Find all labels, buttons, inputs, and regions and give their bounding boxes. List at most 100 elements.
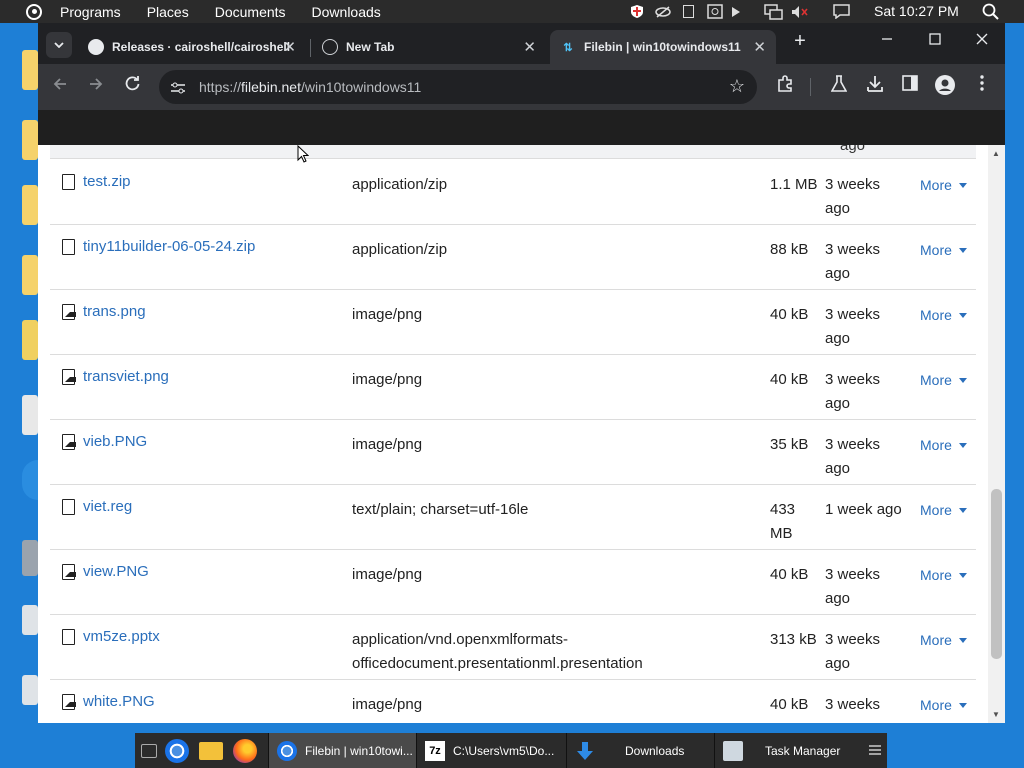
file-type: image/png <box>352 696 423 713</box>
search-icon[interactable] <box>981 0 999 23</box>
kebab-menu-icon[interactable] <box>972 75 992 97</box>
profile-avatar-icon[interactable] <box>935 75 955 97</box>
play-icon[interactable] <box>731 0 741 23</box>
table-row: vieb.PNG image/png 35 kB 3 weeks ago More <box>50 420 976 485</box>
file-date: 3 weeks ago <box>825 176 881 217</box>
url-scheme: https:// <box>199 79 242 95</box>
site-settings-icon[interactable] <box>171 81 185 94</box>
back-arrow-icon[interactable] <box>48 76 72 96</box>
taskbar-menu-icon[interactable] <box>868 743 882 757</box>
close-icon[interactable]: ✕ <box>753 38 766 56</box>
menu-documents[interactable]: Documents <box>215 4 286 20</box>
page-icon[interactable] <box>682 0 694 23</box>
task-downloads[interactable]: Downloads <box>566 733 714 768</box>
menu-programs[interactable]: Programs <box>60 4 121 20</box>
start-menu-icon[interactable] <box>26 3 42 20</box>
update-icon[interactable] <box>706 0 724 23</box>
extensions-puzzle-icon[interactable] <box>775 75 795 97</box>
network-icon[interactable] <box>763 0 783 23</box>
app-icon[interactable] <box>22 675 38 705</box>
browser-toolbar: https://filebin.net/win10towindows11 ☆ <box>38 64 1005 110</box>
minimize-icon[interactable] <box>876 32 898 50</box>
image-file-icon <box>62 564 76 580</box>
scroll-down-arrow-icon[interactable]: ▼ <box>992 710 1000 719</box>
settings-gear-icon[interactable] <box>22 540 38 576</box>
firefox-icon[interactable] <box>233 739 257 763</box>
labs-flask-icon[interactable] <box>829 75 849 97</box>
file-icon <box>62 239 75 255</box>
file-size: 1.1 MB <box>770 176 818 193</box>
url-text[interactable]: https://filebin.net/win10towindows11 <box>199 79 421 95</box>
shield-icon[interactable] <box>630 0 644 23</box>
chrome-icon <box>277 740 297 761</box>
new-tab-plus-icon[interactable]: + <box>789 30 811 53</box>
volume-muted-icon[interactable] <box>790 0 808 23</box>
folder-icon[interactable] <box>22 185 38 225</box>
task-7zip[interactable]: 7z C:\Users\vm5\Do... <box>416 733 566 768</box>
image-file-icon <box>62 304 76 320</box>
file-type: image/png <box>352 306 423 323</box>
file-name-link[interactable]: viet.reg <box>83 498 132 515</box>
download-icon[interactable] <box>865 75 885 97</box>
file-name-link[interactable]: tiny11builder-06-05-24.zip <box>83 238 255 255</box>
more-dropdown-button[interactable]: More <box>920 433 967 457</box>
folder-icon[interactable] <box>22 50 38 90</box>
file-name-link[interactable]: vm5ze.pptx <box>83 628 160 645</box>
more-dropdown-button[interactable]: More <box>920 173 967 197</box>
task-filebin[interactable]: Filebin | win10towi... <box>268 733 416 768</box>
more-dropdown-button[interactable]: More <box>920 628 967 652</box>
folder-icon[interactable] <box>22 320 38 360</box>
tab-filebin[interactable]: ⇅ Filebin | win10towindows11 ✕ <box>550 30 776 64</box>
file-name-link[interactable]: test.zip <box>83 173 131 190</box>
close-window-icon[interactable] <box>971 32 993 50</box>
more-dropdown-button[interactable]: More <box>920 368 967 392</box>
folder-icon[interactable] <box>22 255 38 295</box>
file-name-link[interactable]: transviet.png <box>83 368 169 385</box>
close-icon[interactable]: ✕ <box>523 38 536 56</box>
chrome-icon[interactable] <box>165 739 189 763</box>
image-file-icon <box>62 369 76 385</box>
scrollbar-thumb[interactable] <box>991 489 1002 659</box>
scroll-up-arrow-icon[interactable]: ▲ <box>992 149 1000 158</box>
tab-new-tab[interactable]: New Tab ✕ <box>314 30 546 64</box>
task-task-manager[interactable]: Task Manager <box>714 733 862 768</box>
more-dropdown-button[interactable]: More <box>920 693 967 717</box>
show-desktop-icon[interactable] <box>141 744 157 758</box>
file-name-link[interactable]: vieb.PNG <box>83 433 147 450</box>
file-icon <box>62 174 75 190</box>
bookmark-star-icon[interactable]: ☆ <box>729 76 745 97</box>
page-header-band <box>38 110 1005 145</box>
file-manager-folder-icon[interactable] <box>199 742 223 760</box>
folder-icon[interactable] <box>22 120 38 160</box>
app-icon[interactable] <box>22 605 38 635</box>
side-panel-icon[interactable] <box>900 75 920 97</box>
more-dropdown-button[interactable]: More <box>920 303 967 327</box>
table-row: viet.reg text/plain; charset=utf-16le 433 … <box>50 485 976 550</box>
file-date: 3 weeks ago <box>825 631 881 672</box>
notification-icon[interactable] <box>832 0 850 23</box>
forward-arrow-icon[interactable] <box>84 76 108 96</box>
address-bar[interactable]: https://filebin.net/win10towindows11 ☆ <box>159 70 757 104</box>
taskbar: Filebin | win10towi... 7z C:\Users\vm5\D… <box>135 733 887 768</box>
tab-releases[interactable]: Releases · cairoshell/cairoshell ✕ <box>80 30 306 64</box>
reload-icon[interactable] <box>120 76 144 96</box>
more-dropdown-button[interactable]: More <box>920 498 967 522</box>
tab-search-button[interactable] <box>46 32 72 58</box>
menu-downloads[interactable]: Downloads <box>312 4 381 20</box>
document-icon[interactable] <box>22 395 38 435</box>
file-name-link[interactable]: view.PNG <box>83 563 149 580</box>
more-dropdown-button[interactable]: More <box>920 563 967 587</box>
clock[interactable]: Sat 10:27 PM <box>874 3 959 19</box>
file-name-link[interactable]: white.PNG <box>83 693 155 710</box>
file-name-link[interactable]: trans.png <box>83 303 146 320</box>
more-dropdown-button[interactable]: More <box>920 238 967 262</box>
filebin-icon: ⇅ <box>563 41 573 54</box>
browser-icon[interactable] <box>22 460 38 500</box>
maximize-icon[interactable] <box>924 32 946 50</box>
menu-places[interactable]: Places <box>147 4 189 20</box>
file-date: 3 weeks ago <box>825 566 881 607</box>
close-icon[interactable]: ✕ <box>283 38 296 56</box>
eye-slash-icon[interactable] <box>655 0 671 23</box>
globe-icon <box>322 39 338 55</box>
vertical-scrollbar[interactable]: ▲ ▼ <box>988 145 1005 723</box>
